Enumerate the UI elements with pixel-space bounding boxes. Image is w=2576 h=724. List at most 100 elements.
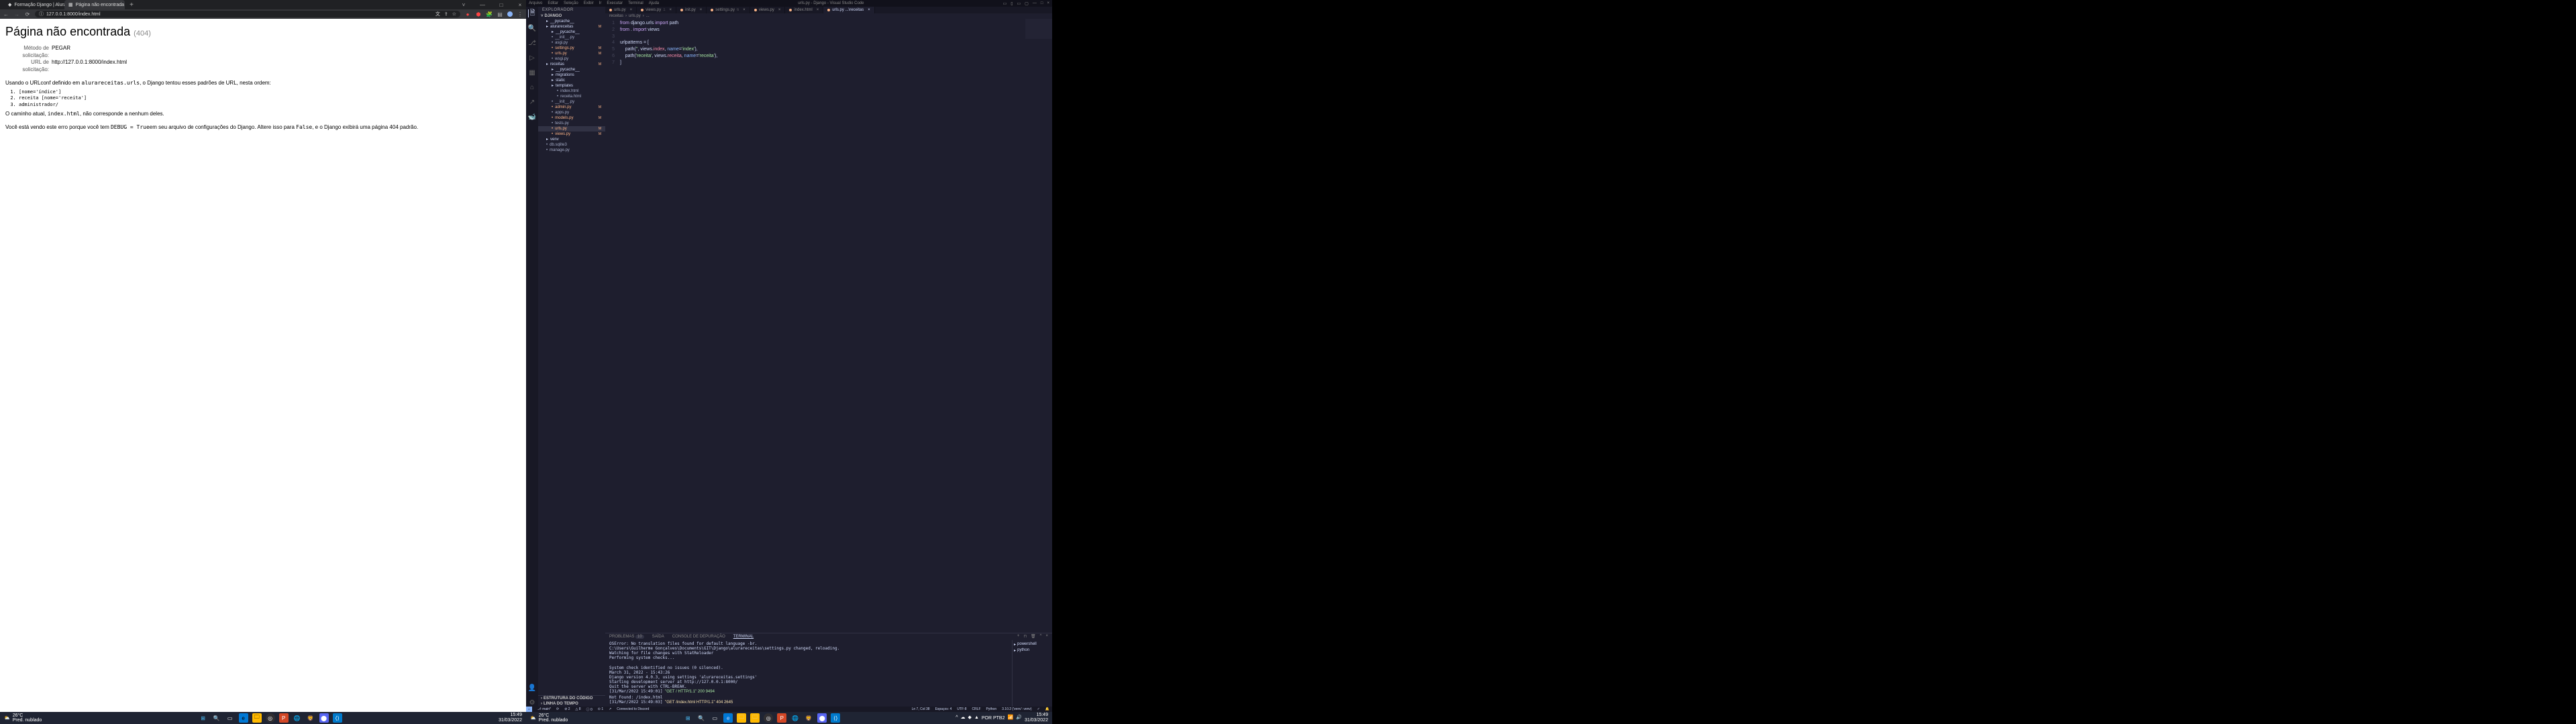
edge-icon[interactable]: e <box>239 713 248 723</box>
timeline-section[interactable]: › LINHA DO TEMPO <box>538 701 605 707</box>
menu-item[interactable]: Executar <box>607 1 623 5</box>
task-view-icon[interactable]: ▭ <box>225 713 235 723</box>
terminal-tab[interactable]: TERMINAL <box>733 635 754 639</box>
close-panel-icon[interactable]: × <box>1045 634 1048 639</box>
editor-tab[interactable]: urls.py ...\receitas× <box>823 7 875 13</box>
reading-list-icon[interactable]: ▤ <box>497 11 503 17</box>
weather-widget[interactable]: ⛅ 26°C Pred. nublado <box>4 713 42 723</box>
folder-item[interactable]: ▸ __pycache__ <box>538 67 605 72</box>
prettier-icon[interactable]: ✓ <box>1037 707 1040 711</box>
problems-tab[interactable]: PROBLEMAS 10 <box>609 635 644 639</box>
file-item[interactable]: • settings.pyM <box>538 46 605 51</box>
record-icon[interactable]: ● <box>464 11 471 17</box>
file-item[interactable]: • tests.py <box>538 121 605 126</box>
editor-tab[interactable]: views.py1× <box>637 7 676 13</box>
close-button[interactable]: × <box>517 1 523 8</box>
ports-count[interactable]: ⊙ 1 <box>598 707 603 711</box>
sync-icon[interactable]: ⟳ <box>556 707 559 711</box>
terminal-output[interactable]: OSError: No translation files found for … <box>605 640 1012 707</box>
file-item[interactable]: • urls.pyM <box>538 51 605 56</box>
source-control-icon[interactable]: ⎇ <box>528 39 536 47</box>
start-button[interactable]: ⊞ <box>683 713 692 723</box>
explorer-icon[interactable]: 🗀 <box>252 713 262 723</box>
python-interpreter[interactable]: 3.10.2 ('venv': venv) <box>1002 707 1031 711</box>
layout-icon[interactable]: ▯ <box>1011 1 1013 6</box>
menu-item[interactable]: Seleção <box>564 1 578 5</box>
editor-tab[interactable]: settings.py6× <box>707 7 750 13</box>
cursor-position[interactable]: Ln 7, Col 38 <box>912 707 930 711</box>
indentation[interactable]: Espaços: 4 <box>935 707 952 711</box>
language-indicator[interactable]: POR PTB2 <box>982 716 1005 721</box>
folder-item[interactable]: ▸ static <box>538 78 605 83</box>
task-view-icon[interactable]: ▭ <box>710 713 719 723</box>
discord-status[interactable]: Connected to Discord <box>617 707 649 711</box>
minimize-button[interactable]: — <box>1033 1 1037 6</box>
run-debug-icon[interactable]: ▷ <box>528 54 536 62</box>
layout-icon[interactable]: ▢ <box>1025 1 1029 6</box>
onedrive-icon[interactable]: ☁ <box>961 715 966 721</box>
close-button[interactable]: × <box>1047 1 1049 6</box>
weather-widget[interactable]: ⛅ 26°C Pred. nublado <box>530 713 568 723</box>
minimap[interactable] <box>1025 19 1052 39</box>
new-tab-button[interactable]: + <box>127 1 136 9</box>
forward-button[interactable]: → <box>13 11 20 17</box>
folder-item[interactable]: ▸ alurareceitasM <box>538 24 605 30</box>
editor-tab[interactable]: index.html× <box>785 7 823 13</box>
discord-icon[interactable]: ⬤ <box>817 713 827 723</box>
maximize-button[interactable]: □ <box>498 1 505 8</box>
obs-icon[interactable]: ◎ <box>266 713 275 723</box>
remote-icon[interactable]: ⌂ <box>528 83 536 91</box>
reload-button[interactable]: ⟳ <box>24 11 31 17</box>
search-icon[interactable]: 🔍 <box>212 713 221 723</box>
explorer-icon[interactable]: 🗀 <box>737 713 746 723</box>
extensions-icon[interactable]: 🧩 <box>486 11 493 17</box>
tray-icon[interactable]: ▲ <box>974 715 979 721</box>
adblock-icon[interactable]: ⬢ <box>475 11 482 17</box>
wifi-icon[interactable]: 📶 <box>1008 715 1014 721</box>
errors-count[interactable]: ⊘ 2 <box>564 707 570 711</box>
file-item[interactable]: • __init__.py <box>538 35 605 40</box>
menu-item[interactable]: Exibir <box>584 1 594 5</box>
kill-terminal-icon[interactable]: 🗑 <box>1031 634 1036 639</box>
chrome-icon[interactable]: 🌐 <box>293 713 302 723</box>
explorer-icon[interactable]: 🗀 <box>750 713 760 723</box>
browser-tab[interactable]: ▦ Página não encontrada em /ind... × <box>64 0 125 9</box>
edge-icon[interactable]: e <box>723 713 733 723</box>
maximize-panel-icon[interactable]: ^ <box>1040 634 1042 639</box>
start-button[interactable]: ⊞ <box>199 713 208 723</box>
menu-icon[interactable]: ⋮ <box>517 11 523 17</box>
terminal-session[interactable]: ▸ powershell <box>1014 641 1051 648</box>
browser-tab[interactable]: ◆ Formação Django | Alura - Curs... × <box>4 0 64 9</box>
file-item[interactable]: • urls.pyM <box>538 126 605 132</box>
obs-icon[interactable]: ◎ <box>764 713 773 723</box>
file-item[interactable]: • wsgi.py <box>538 56 605 62</box>
file-item[interactable]: • apps.py <box>538 110 605 115</box>
new-terminal-icon[interactable]: + <box>1017 634 1020 639</box>
bookmark-icon[interactable]: ☆ <box>452 11 456 17</box>
warnings-count[interactable]: △ 8 <box>576 707 581 711</box>
menu-item[interactable]: Editar <box>548 1 558 5</box>
file-item[interactable]: • index.html <box>538 89 605 94</box>
terminal-session[interactable]: ▸ python <box>1014 648 1051 654</box>
account-icon[interactable]: 👤 <box>528 684 536 692</box>
search-icon[interactable]: 🔍 <box>697 713 706 723</box>
code-editor[interactable]: 1from django.urls import path2from . imp… <box>605 19 1052 633</box>
tray-chevron-icon[interactable]: ^ <box>956 715 958 721</box>
output-tab[interactable]: SAÍDA <box>652 635 664 639</box>
search-icon[interactable]: 🔍 <box>528 24 536 32</box>
file-item[interactable]: • models.pyM <box>538 115 605 121</box>
split-terminal-icon[interactable]: ⊓ <box>1023 634 1027 639</box>
live-share-status[interactable]: ↗ <box>609 707 611 711</box>
file-item[interactable]: • views.pyM <box>538 132 605 137</box>
explorer-icon[interactable]: 🗎 <box>528 9 536 17</box>
folder-item[interactable]: ▸ templates <box>538 83 605 89</box>
menu-item[interactable]: Terminal <box>628 1 643 5</box>
menu-item[interactable]: Arquivo <box>529 1 542 5</box>
menu-item[interactable]: Ir <box>599 1 602 5</box>
discord-icon[interactable]: ⬤ <box>319 713 329 723</box>
editor-tab[interactable]: urls.py× <box>605 7 637 13</box>
system-tray[interactable]: 15:49 31/03/2022 <box>499 713 522 723</box>
layout-icon[interactable]: ▭ <box>1003 1 1007 6</box>
notifications-icon[interactable]: 🔔 <box>1045 707 1049 711</box>
outline-section[interactable]: › ESTRUTURA DO CÓDIGO <box>538 695 605 701</box>
